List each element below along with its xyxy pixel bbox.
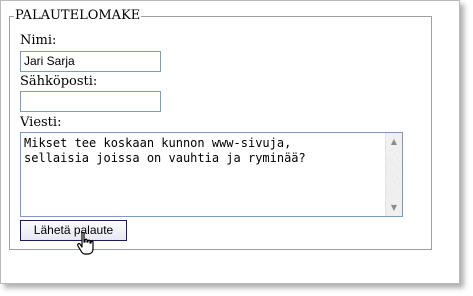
message-text: Mikset tee koskaan kunnon www-sivuja, se… bbox=[24, 136, 306, 165]
scroll-up-arrow-icon[interactable]: ▲ bbox=[386, 133, 402, 150]
email-label: Sähköposti: bbox=[20, 74, 98, 89]
page-frame: PALAUTELOMAKE Nimi: Jari Sarja Sähköpost… bbox=[0, 0, 460, 284]
message-label: Viesti: bbox=[20, 115, 62, 130]
hand-pointer-icon bbox=[77, 232, 94, 255]
message-scrollbar[interactable]: ▲ ▼ bbox=[385, 133, 402, 216]
name-field[interactable]: Jari Sarja bbox=[20, 51, 161, 72]
message-textarea[interactable]: Mikset tee koskaan kunnon www-sivuja, se… bbox=[20, 132, 403, 217]
form-legend: PALAUTELOMAKE bbox=[14, 8, 142, 24]
scroll-track[interactable] bbox=[386, 150, 402, 199]
scroll-down-arrow-icon[interactable]: ▼ bbox=[386, 199, 402, 216]
submit-button[interactable]: Lähetä palaute bbox=[20, 220, 127, 241]
email-field[interactable] bbox=[20, 91, 161, 112]
name-label: Nimi: bbox=[20, 33, 57, 48]
